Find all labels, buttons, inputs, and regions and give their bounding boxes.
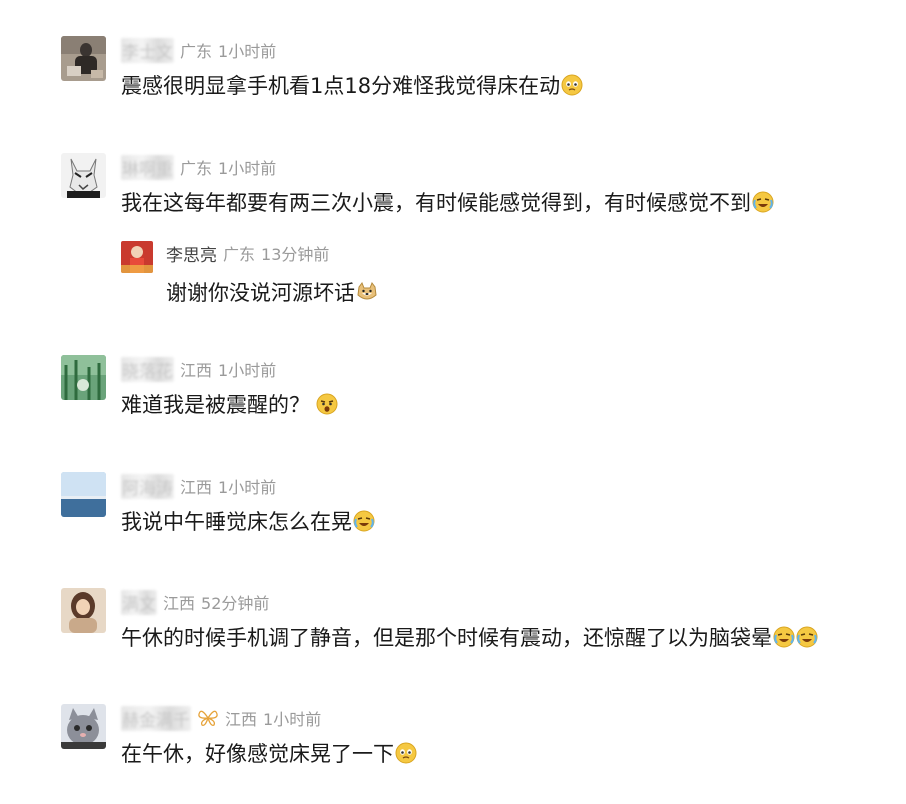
comment-text-row: 我在这每年都要有两三次小震，有时候能感觉得到，有时候感觉不到 [121,187,774,217]
timestamp: 1小时前 [218,159,277,178]
laugh-cry-emoji-icon [773,626,795,648]
avatar[interactable] [61,36,106,81]
comment-item: 晓落花 江西 1小时前 难道我是被震醒的？ [61,355,891,425]
comment-text-row: 我说中午睡觉床怎么在晃 [121,506,375,536]
timestamp: 1小时前 [218,42,277,61]
timestamp: 1小时前 [263,710,322,729]
laugh-cry-emoji-icon [796,626,818,648]
location-label: 广东 [180,42,213,61]
username[interactable]: 琳啊重 [121,154,174,180]
avatar[interactable] [61,588,106,633]
location-label: 江西 [225,710,258,729]
comment-text: 午休的时候手机调了静音，但是那个时候有震动，还惊醒了以为脑袋晕 [121,626,772,650]
sad-face-emoji-icon [395,742,417,764]
username[interactable]: 满文 [121,589,157,615]
butterfly-icon [197,709,219,727]
location-label: 江西 [180,361,213,380]
comment-text: 我在这每年都要有两三次小震，有时候能感觉得到，有时候感觉不到 [121,191,751,215]
location-label: 江西 [163,594,196,613]
avatar[interactable] [121,241,153,273]
username[interactable]: 赫金满千 [121,705,191,731]
comment-text: 谢谢你没说河源坏话 [166,281,355,305]
timestamp: 1小时前 [218,361,277,380]
shocked-emoji-icon [316,393,338,415]
avatar[interactable] [61,472,106,517]
location-label: 广东 [180,159,213,178]
avatar[interactable] [61,704,106,749]
doge-emoji-icon [356,281,378,303]
username[interactable]: 阿海涛 [121,473,174,499]
comment-text-row: 震感很明显拿手机看1点18分难怪我觉得床在动 [121,70,583,100]
comment-item: 李士文 广东 1小时前 震感很明显拿手机看1点18分难怪我觉得床在动 [61,36,891,106]
laugh-cry-emoji-icon [353,510,375,532]
comment-text: 难道我是被震醒的？ [121,393,310,417]
reply-item: 李思亮 广东 13分钟前 谢谢你没说河源坏话 [121,241,891,305]
comment-item: 琳啊重 广东 1小时前 我在这每年都要有两三次小震，有时候能感觉得到，有时候感觉… [61,153,891,313]
avatar[interactable] [61,153,106,198]
comment-text-row: 午休的时候手机调了静音，但是那个时候有震动，还惊醒了以为脑袋晕 [121,622,818,652]
comment-item: 满文 江西 52分钟前 午休的时候手机调了静音，但是那个时候有震动，还惊醒了以为… [61,588,891,658]
laugh-cry-emoji-icon [752,191,774,213]
timestamp: 13分钟前 [261,245,330,264]
comment-text: 我说中午睡觉床怎么在晃 [121,510,352,534]
location-label: 广东 [223,245,256,264]
location-label: 江西 [180,478,213,497]
username[interactable]: 李士文 [121,37,174,63]
comment-text: 在午休，好像感觉床晃了一下 [121,742,394,766]
username[interactable]: 李思亮 [166,241,217,266]
username[interactable]: 晓落花 [121,356,174,382]
sad-face-emoji-icon [561,74,583,96]
avatar[interactable] [61,355,106,400]
comment-item: 赫金满千 江西 1小时前 在午休，好像感觉床晃了一下 [61,704,891,774]
comment-item: 阿海涛 江西 1小时前 我说中午睡觉床怎么在晃 [61,472,891,542]
comment-text-row: 在午休，好像感觉床晃了一下 [121,738,417,768]
timestamp: 1小时前 [218,478,277,497]
timestamp: 52分钟前 [201,594,270,613]
comment-text: 震感很明显拿手机看1点18分难怪我觉得床在动 [121,74,561,98]
comment-text-row: 难道我是被震醒的？ [121,389,338,419]
comment-text-row: 谢谢你没说河源坏话 [166,277,378,307]
